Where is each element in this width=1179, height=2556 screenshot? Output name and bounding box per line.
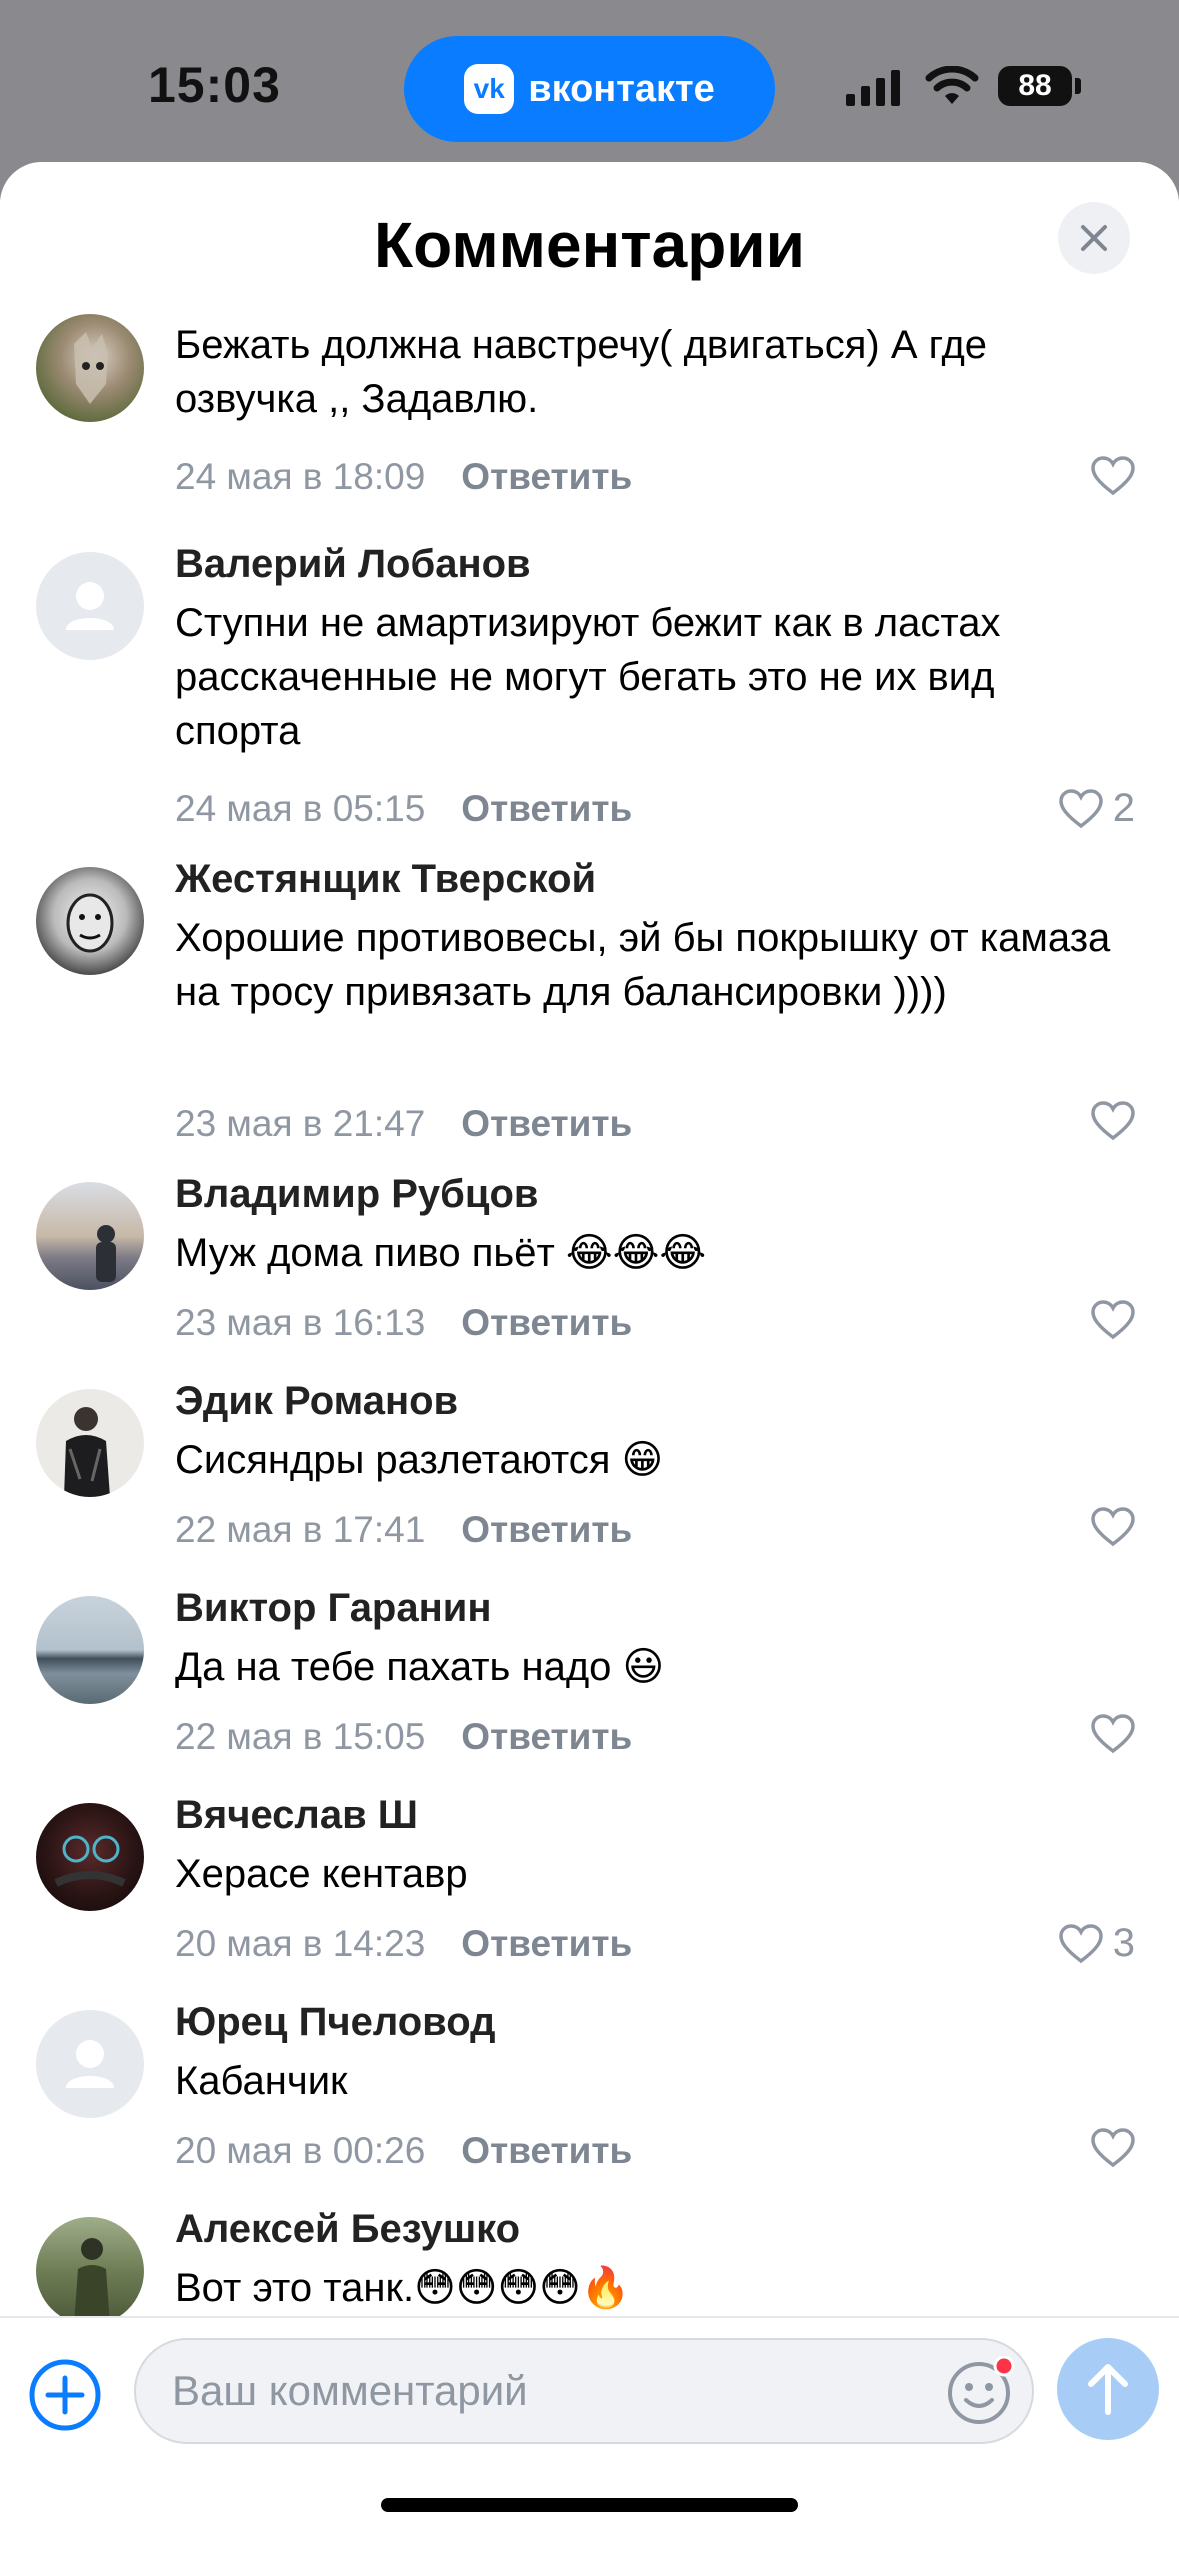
battery-tip [1075, 78, 1081, 94]
comment-text: Кабанчик [175, 2059, 348, 2103]
like-count: 3 [1112, 1921, 1135, 1965]
comment-text: Бежать должна навстречу( двигаться) А гд… [175, 323, 988, 421]
cellular-signal-icon [846, 70, 900, 106]
comments-sheet: Бежать должна навстречу( двигаться) А гд… [0, 162, 1179, 2556]
like-button[interactable] [1091, 456, 1135, 496]
comment-meta: 22 мая в 15:05 Ответить [175, 1716, 632, 1758]
reply-button[interactable]: Ответить [461, 1302, 632, 1343]
vk-logo-icon: vk [464, 64, 515, 114]
comment-author[interactable]: Эдик Романов [175, 1379, 458, 1424]
comment-meta: 20 мая в 00:26 Ответить [175, 2130, 632, 2172]
wifi-icon [925, 66, 979, 104]
avatar[interactable] [36, 867, 144, 975]
comment-meta: 24 мая в 05:15 Ответить [175, 788, 632, 830]
comment-text: Сисяндры разлетаются 😁 [175, 1438, 664, 1482]
avatar[interactable] [36, 1596, 144, 1704]
comment-text: Да на тебе пахать надо 😃 [175, 1645, 665, 1689]
reply-button[interactable]: Ответить [461, 1103, 632, 1144]
avatar[interactable] [36, 314, 144, 422]
comment-author[interactable]: Юрец Пчеловод [175, 2000, 496, 2045]
close-button[interactable] [1058, 202, 1130, 274]
like-button[interactable] [1091, 1101, 1135, 1141]
reply-button[interactable]: Ответить [461, 788, 632, 829]
heart-icon [1091, 1507, 1135, 1547]
like-button[interactable] [1091, 1714, 1135, 1754]
comment-date: 24 мая в 05:15 [175, 788, 426, 829]
sheet-header: Комментарии [0, 162, 1179, 310]
comment-meta: 24 мая в 18:09 Ответить [175, 456, 632, 498]
reply-button[interactable]: Ответить [461, 1716, 632, 1757]
comment-author[interactable]: Валерий Лобанов [175, 542, 531, 587]
emoji-icon[interactable] [946, 2356, 1016, 2426]
status-time: 15:03 [148, 57, 281, 113]
comments-list[interactable]: Бежать должна навстречу( двигаться) А гд… [0, 162, 1179, 2322]
comment-input[interactable] [134, 2338, 1034, 2444]
vk-app-pill[interactable]: vk вконтакте [404, 36, 775, 142]
comment-author[interactable]: Вячеслав Ш [175, 1793, 418, 1838]
comment-date: 20 мая в 14:23 [175, 1923, 426, 1964]
comment-date: 20 мая в 00:26 [175, 2130, 426, 2171]
avatar[interactable] [36, 1389, 144, 1497]
close-icon [1081, 225, 1107, 251]
comment-text: Херасе кентавр [175, 1852, 468, 1896]
home-indicator[interactable] [381, 2498, 798, 2512]
comment-author[interactable]: Владимир Рубцов [175, 1172, 539, 1217]
comment-author[interactable]: Виктор Гаранин [175, 1586, 492, 1631]
like-button[interactable] [1091, 1300, 1135, 1340]
heart-icon [1058, 788, 1103, 828]
avatar[interactable] [36, 552, 144, 660]
avatar[interactable] [36, 2010, 144, 2118]
comment-text: Муж дома пиво пьёт 😂😂😂 [175, 1231, 707, 1275]
battery-icon: 88 [998, 66, 1072, 106]
heart-icon [1058, 1923, 1103, 1963]
comment-meta: 23 мая в 21:47 Ответить [175, 1103, 632, 1145]
page-title: Комментарии [374, 209, 805, 281]
avatar[interactable] [36, 1803, 144, 1911]
comment-author[interactable]: Алексей Безушко [175, 2207, 520, 2252]
vk-app-label: вконтакте [528, 67, 715, 110]
comment-date: 23 мая в 16:13 [175, 1302, 426, 1343]
heart-icon [1091, 1300, 1135, 1340]
like-count: 2 [1112, 786, 1135, 830]
like-button[interactable]: 2 [1058, 786, 1135, 831]
comment-text: Ступни не амартизируют бежит как в ласта… [175, 601, 1001, 753]
arrow-up-icon [1088, 2364, 1128, 2415]
comment-text: Хорошие противовесы, эй бы покрышку от к… [175, 916, 1111, 1014]
comment-composer [0, 2316, 1179, 2556]
comment-meta: 20 мая в 14:23 Ответить [175, 1923, 632, 1965]
default-avatar-icon [66, 582, 114, 630]
reply-button[interactable]: Ответить [461, 2130, 632, 2171]
reply-button[interactable]: Ответить [461, 1509, 632, 1550]
like-button[interactable] [1091, 1507, 1135, 1547]
heart-icon [1091, 1101, 1135, 1141]
comment-meta: 22 мая в 17:41 Ответить [175, 1509, 632, 1551]
comment-date: 22 мая в 17:41 [175, 1509, 426, 1550]
heart-icon [1091, 1714, 1135, 1754]
like-button[interactable] [1091, 2128, 1135, 2168]
heart-icon [1091, 456, 1135, 496]
add-attachment-icon[interactable] [28, 2358, 102, 2432]
heart-icon [1091, 2128, 1135, 2168]
reply-button[interactable]: Ответить [461, 1923, 632, 1964]
avatar[interactable] [36, 1182, 144, 1290]
like-button[interactable]: 3 [1058, 1921, 1135, 1966]
comment-date: 24 мая в 18:09 [175, 456, 426, 497]
comment-text: Вот это танк.😳😳😳😳🔥 [175, 2266, 631, 2310]
status-bar: 15:03 vk вконтакте 88 [0, 0, 1179, 170]
avatar[interactable] [36, 2217, 144, 2322]
comment-author[interactable]: Жестянщик Тверской [175, 857, 596, 902]
send-button[interactable] [1057, 2338, 1159, 2440]
comment-date: 23 мая в 21:47 [175, 1103, 426, 1144]
reply-button[interactable]: Ответить [461, 456, 632, 497]
comment-date: 22 мая в 15:05 [175, 1716, 426, 1757]
default-avatar-icon [66, 2040, 114, 2088]
comment-meta: 23 мая в 16:13 Ответить [175, 1302, 632, 1344]
